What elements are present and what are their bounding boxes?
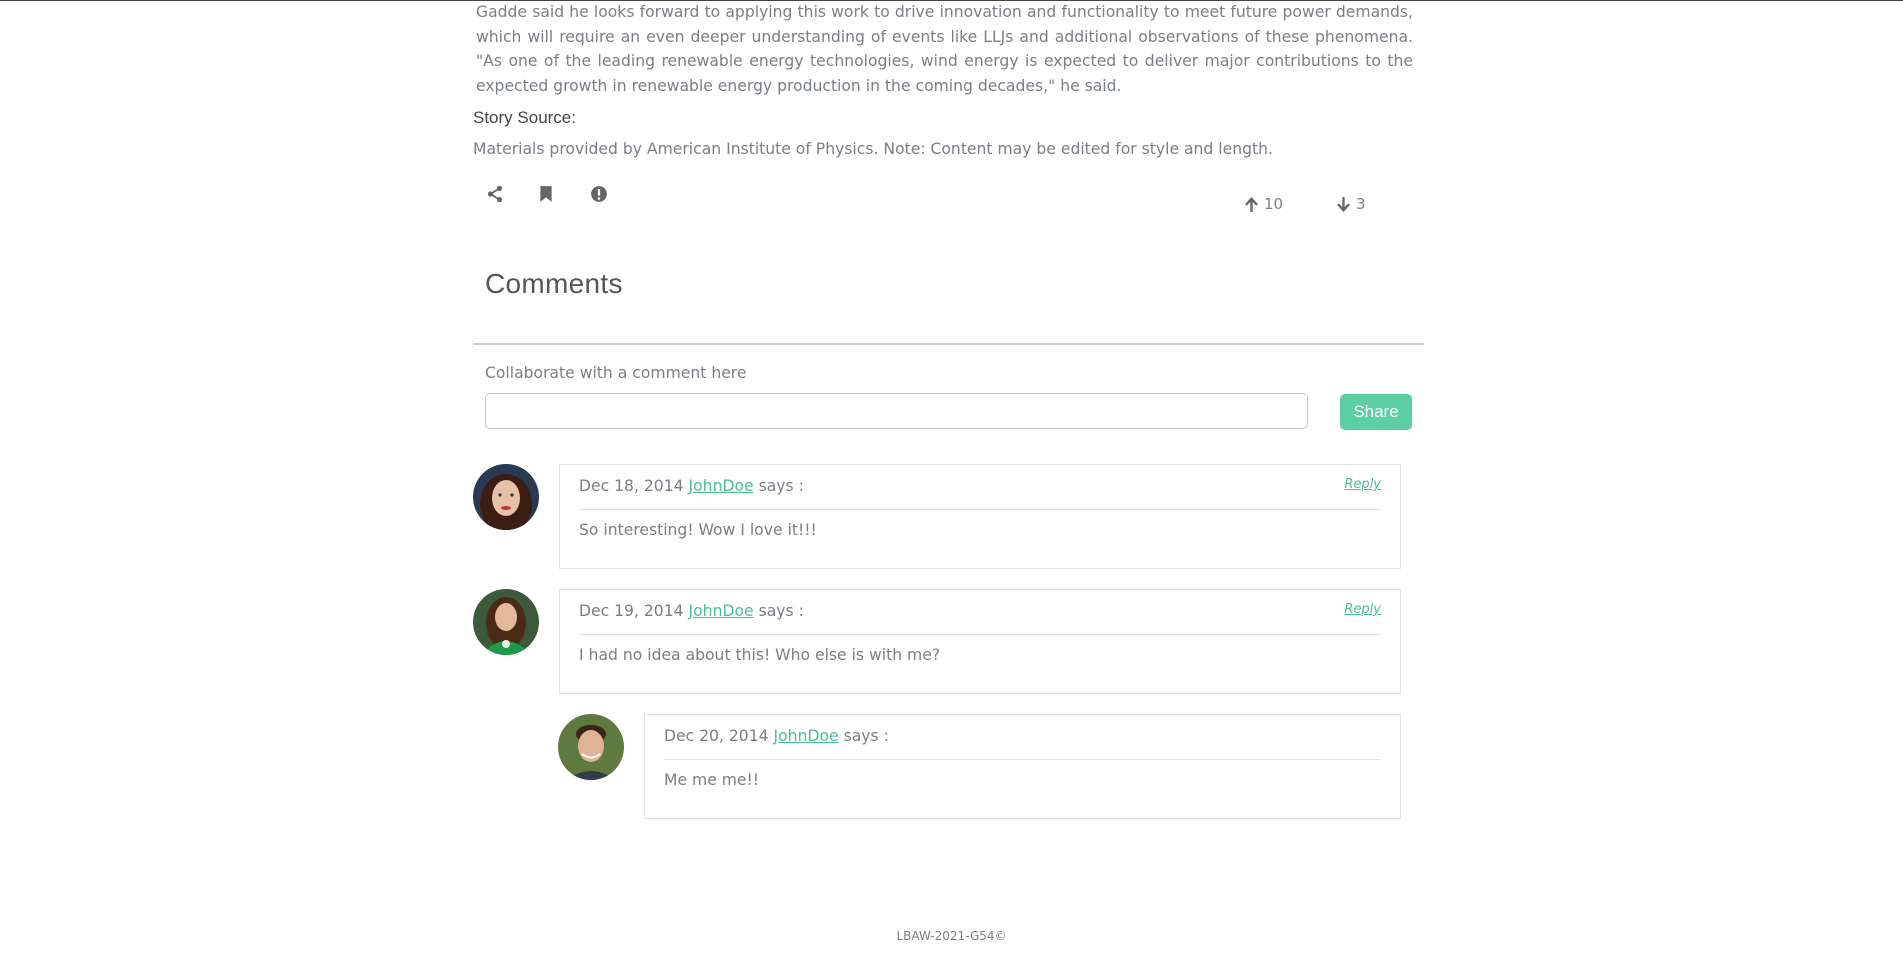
comment-header: Dec 19, 2014 JohnDoe says : Reply — [579, 602, 1381, 635]
bookmark-icon[interactable] — [534, 182, 558, 206]
comment-header: Dec 20, 2014 JohnDoe says : — [664, 727, 1381, 760]
comment-text: I had no idea about this! Who else is wi… — [579, 646, 941, 664]
arrow-down-icon — [1337, 196, 1350, 212]
divider — [473, 343, 1424, 345]
materials-note: Materials provided by American Institute… — [473, 140, 1273, 158]
comment-author-link[interactable]: JohnDoe — [689, 477, 754, 495]
upvote-button[interactable]: 10 — [1243, 195, 1283, 213]
avatar — [473, 589, 539, 655]
comment-text: So interesting! Wow I love it!!! — [579, 521, 817, 539]
footer-text: LBAW-2021-G54© — [896, 929, 1007, 943]
share-icon[interactable] — [483, 182, 507, 206]
comment-date: Dec 19, 2014 — [579, 602, 684, 620]
comment-card: Dec 20, 2014 JohnDoe says : Me me me!! — [644, 714, 1401, 819]
comment-says: says : — [758, 477, 804, 495]
comment-date: Dec 20, 2014 — [664, 727, 769, 745]
comment-text: Me me me!! — [664, 771, 760, 789]
comment-card: Dec 19, 2014 JohnDoe says : Reply I had … — [559, 589, 1401, 694]
comment-input-label: Collaborate with a comment here — [485, 364, 747, 382]
comment-says: says : — [758, 602, 804, 620]
comment-author-link[interactable]: JohnDoe — [774, 727, 839, 745]
comment-header: Dec 18, 2014 JohnDoe says : Reply — [579, 477, 1381, 510]
downvote-button[interactable]: 3 — [1335, 195, 1366, 213]
article-paragraph: Gadde said he looks forward to applying … — [476, 3, 1413, 95]
comment-author-link[interactable]: JohnDoe — [689, 602, 754, 620]
report-icon[interactable] — [587, 182, 611, 206]
comments-heading: Comments — [485, 268, 623, 299]
share-comment-button[interactable]: Share — [1340, 394, 1412, 430]
reply-link[interactable]: Reply — [1344, 602, 1381, 617]
downvote-count: 3 — [1356, 195, 1366, 213]
comment-card: Dec 18, 2014 JohnDoe says : Reply So int… — [559, 464, 1401, 569]
comment-input[interactable] — [485, 393, 1308, 429]
avatar — [558, 714, 624, 780]
reply-link[interactable]: Reply — [1344, 477, 1381, 492]
story-source-label: Story Source: — [473, 108, 576, 127]
arrow-up-icon — [1245, 196, 1258, 212]
comment-date: Dec 18, 2014 — [579, 477, 684, 495]
avatar — [473, 464, 539, 530]
comment-says: says : — [843, 727, 889, 745]
upvote-count: 10 — [1264, 195, 1284, 213]
